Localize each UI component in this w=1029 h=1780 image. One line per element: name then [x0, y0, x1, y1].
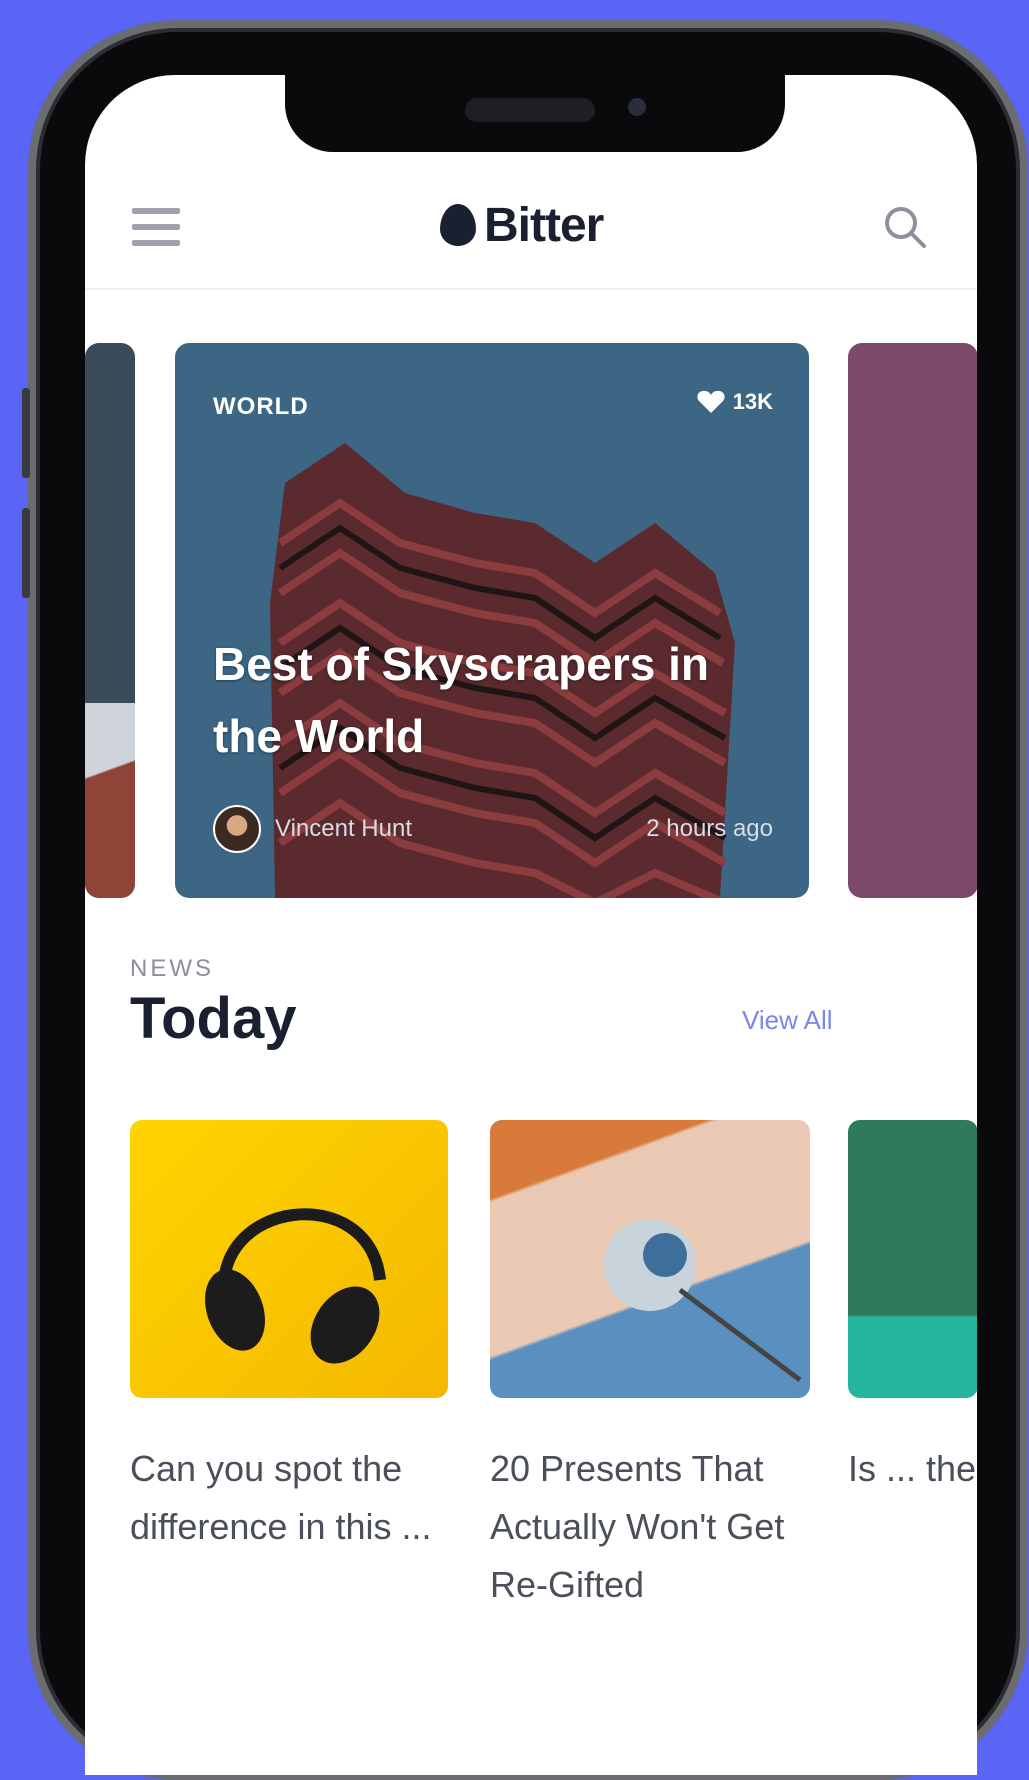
speaker-grille: [465, 98, 595, 122]
view-all-link[interactable]: View All: [742, 1005, 833, 1036]
card-image: [85, 703, 135, 898]
app-name: Bitter: [484, 198, 604, 252]
phone-screen: Bitter WORLD 13K Best of Skyscrapers in …: [85, 75, 977, 1775]
heart-icon: [697, 390, 725, 413]
carousel-card-previous[interactable]: [85, 343, 135, 898]
author-avatar: [213, 805, 261, 853]
carousel-card-next[interactable]: [848, 343, 977, 898]
article-thumbnail[interactable]: [490, 1120, 810, 1398]
hamburger-menu-icon[interactable]: [132, 208, 180, 246]
article-category: WORLD: [213, 393, 309, 420]
app-logo[interactable]: Bitter: [440, 195, 604, 255]
article-title[interactable]: Is ... the ... Bi...: [848, 1440, 977, 1498]
article-title[interactable]: 20 Presents That Actually Won't Get Re-G…: [490, 1440, 820, 1614]
search-icon[interactable]: [880, 202, 930, 252]
section-eyebrow: NEWS: [130, 955, 214, 982]
likes-value: 13K: [732, 389, 773, 414]
ornament-image: [604, 1219, 802, 1382]
article-author[interactable]: Vincent Hunt: [213, 805, 412, 853]
article-title[interactable]: Can you spot the difference in this ...: [130, 1440, 450, 1556]
article-title[interactable]: Best of Skyscrapers in the World: [213, 628, 773, 772]
front-camera: [628, 98, 646, 116]
article-time: 2 hours ago: [646, 815, 773, 842]
likes-count[interactable]: 13K: [697, 389, 773, 415]
headphones-image: [205, 1208, 386, 1364]
featured-article-card[interactable]: WORLD 13K Best of Skyscrapers in the Wor…: [175, 343, 809, 898]
logo-drop-icon: [440, 204, 476, 246]
volume-button: [22, 508, 30, 598]
app-header: Bitter: [85, 190, 977, 290]
author-name: Vincent Hunt: [275, 815, 412, 842]
volume-button: [22, 388, 30, 478]
article-thumbnail[interactable]: [848, 1120, 977, 1398]
section-title: Today: [130, 986, 297, 1051]
article-thumbnail[interactable]: [130, 1120, 448, 1398]
